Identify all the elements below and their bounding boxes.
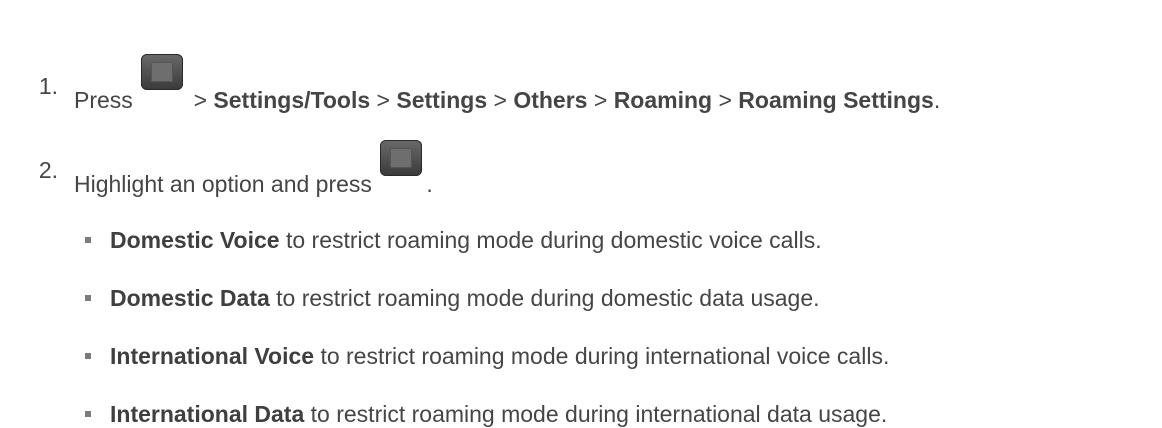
step-number: 1. <box>38 73 58 99</box>
square-bullet-icon <box>85 411 91 417</box>
option-label: Domestic Data <box>110 285 270 311</box>
path-item-roaming: Roaming <box>613 87 713 113</box>
square-bullet-icon <box>85 295 91 301</box>
path-separator: > <box>593 87 608 113</box>
instruction-document: 1. Press > Settings/Tools > Settings > O… <box>0 0 1162 427</box>
path-separator: > <box>718 87 732 113</box>
step-body: Press > Settings/Tools > Settings > Othe… <box>74 54 941 114</box>
option-description: to restrict roaming mode during internat… <box>310 401 888 427</box>
step-number: 2. <box>38 157 58 183</box>
square-bullet-icon <box>85 353 91 359</box>
step-body: Highlight an option and press . <box>74 140 433 198</box>
phone-ok-key-icon <box>380 140 423 176</box>
path-separator: > <box>376 87 390 113</box>
phone-menu-key-icon <box>141 54 184 90</box>
option-text: Domestic Data to restrict roaming mode d… <box>110 284 820 312</box>
path-separator: > <box>193 87 208 113</box>
option-description: to restrict roaming mode during internat… <box>320 343 890 369</box>
option-label: International Voice <box>110 343 315 369</box>
step-text: Press <box>74 87 133 113</box>
step-text: Highlight an option and press <box>74 171 372 197</box>
option-description: to restrict roaming mode during domestic… <box>285 227 822 253</box>
option-text: Domestic Voice to restrict roaming mode … <box>110 226 822 254</box>
square-bullet-icon <box>85 237 91 243</box>
path-item-settings-tools: Settings/Tools <box>213 87 371 113</box>
option-text: International Voice to restrict roaming … <box>110 342 889 370</box>
sentence-end: . <box>933 87 941 113</box>
option-label: Domestic Voice <box>110 227 280 253</box>
path-separator: > <box>493 87 507 113</box>
option-label: International Data <box>110 401 305 427</box>
sentence-end: . <box>426 171 433 197</box>
path-item-others: Others <box>513 87 588 113</box>
path-item-settings: Settings <box>396 87 488 113</box>
option-text: International Data to restrict roaming m… <box>110 400 887 428</box>
option-description: to restrict roaming mode during domestic… <box>276 285 820 311</box>
path-item-roaming-settings: Roaming Settings <box>738 87 934 113</box>
